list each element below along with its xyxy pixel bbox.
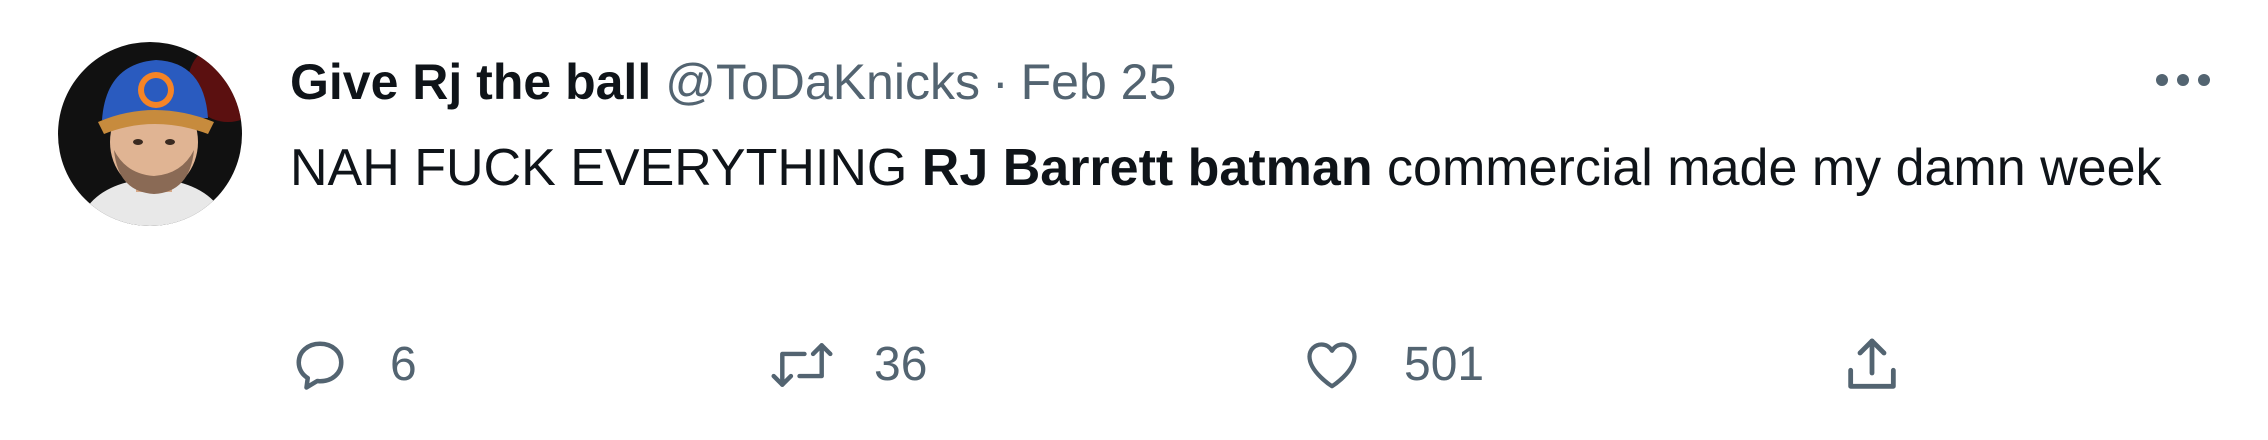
more-icon [2156, 74, 2210, 86]
retweet-icon [771, 343, 833, 387]
avatar-image [58, 42, 242, 226]
tweet-actions: 6 36 501 [290, 325, 1990, 405]
reply-count: 6 [390, 338, 417, 391]
header-separator: · [991, 54, 1009, 110]
like-button[interactable]: 501 [1300, 325, 1484, 405]
author-handle[interactable]: @ToDaKnicks [665, 50, 980, 114]
tweet-text-bold: RJ Barrett batman [921, 139, 1373, 197]
tweet-card[interactable]: Give Rj the ball @ToDaKnicks · Feb 25 NA… [0, 0, 2268, 440]
tweet-timestamp[interactable]: Feb 25 [1021, 50, 1177, 114]
tweet-text-start: NAH FUCK EVERYTHING [290, 139, 922, 197]
share-icon [1848, 338, 1896, 389]
heart-icon [1307, 342, 1357, 389]
more-options-button[interactable] [2150, 58, 2216, 102]
reply-icon [296, 341, 344, 390]
retweet-count: 36 [874, 338, 928, 391]
avatar[interactable] [58, 42, 242, 226]
like-count: 501 [1404, 338, 1485, 391]
author-display-name[interactable]: Give Rj the ball [290, 50, 651, 114]
tweet-text-end: commercial made my damn week [1372, 139, 2162, 197]
reply-button[interactable]: 6 [290, 325, 417, 405]
share-button[interactable] [1840, 325, 1904, 405]
retweet-button[interactable]: 36 [770, 325, 927, 405]
tweet-text: NAH FUCK EVERYTHING RJ Barrett batman co… [290, 130, 2210, 206]
tweet-header: Give Rj the ball @ToDaKnicks · Feb 25 [290, 50, 1176, 114]
